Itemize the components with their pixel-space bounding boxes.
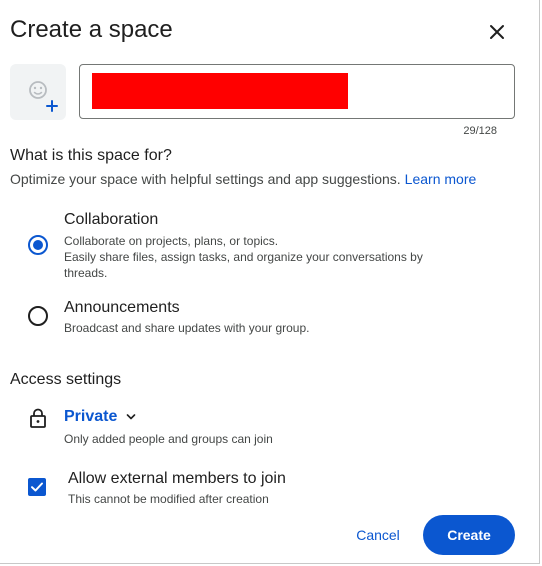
checkmark-icon <box>31 482 43 492</box>
privacy-label: Private <box>64 408 118 425</box>
external-members-checkbox[interactable] <box>28 478 46 496</box>
announcements-radio[interactable] <box>28 306 48 326</box>
external-members-desc: This cannot be modified after creation <box>68 492 269 506</box>
dialog-title: Create a space <box>10 16 173 43</box>
cancel-button[interactable]: Cancel <box>343 516 413 554</box>
character-counter: 29/128 <box>463 125 497 137</box>
collaboration-radio[interactable] <box>28 235 48 255</box>
chevron-down-icon <box>127 414 136 420</box>
collaboration-desc-line2: Easily share files, assign tasks, and or… <box>64 250 423 280</box>
privacy-dropdown[interactable]: Private <box>64 408 137 426</box>
space-name-field[interactable] <box>79 64 515 119</box>
collaboration-desc-line1: Collaborate on projects, plans, or topic… <box>64 234 279 248</box>
purpose-subtext-text: Optimize your space with helpful setting… <box>10 171 401 187</box>
announcements-title: Announcements <box>64 299 180 316</box>
privacy-desc: Only added people and groups can join <box>64 432 273 446</box>
lock-icon <box>30 408 46 428</box>
collaboration-desc: Collaborate on projects, plans, or topic… <box>64 233 464 281</box>
create-button[interactable]: Create <box>423 515 515 555</box>
announcements-desc: Broadcast and share updates with your gr… <box>64 321 310 335</box>
close-icon[interactable] <box>485 20 509 44</box>
emoji-picker-button[interactable] <box>10 64 66 120</box>
space-name-input[interactable] <box>92 73 348 109</box>
purpose-subtext: Optimize your space with helpful setting… <box>10 171 476 187</box>
purpose-heading: What is this space for? <box>10 147 172 164</box>
add-emoji-icon <box>29 81 58 112</box>
dialog: Create a space 29/128 What is this space… <box>0 0 540 564</box>
learn-more-link[interactable]: Learn more <box>405 171 477 187</box>
external-members-label: Allow external members to join <box>68 470 286 487</box>
collaboration-title: Collaboration <box>64 211 159 228</box>
access-settings-heading: Access settings <box>10 371 122 388</box>
